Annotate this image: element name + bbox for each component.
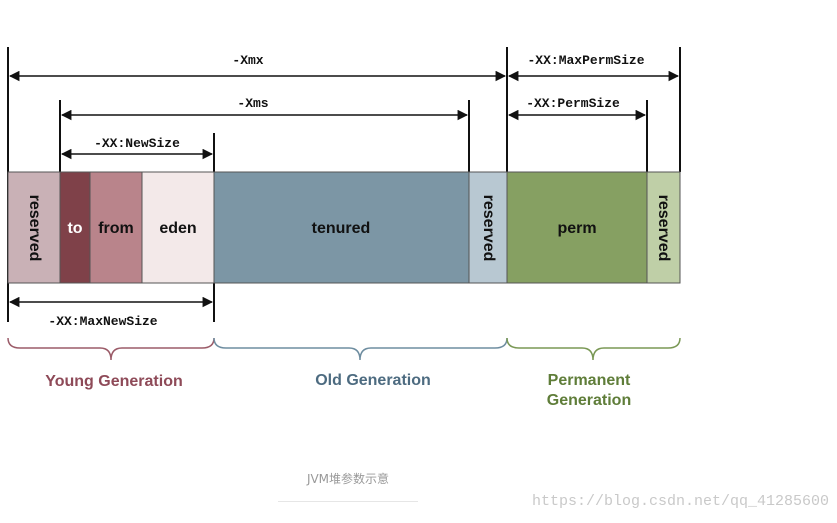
to-label: to xyxy=(67,220,82,237)
perm-label: perm xyxy=(557,220,596,237)
new-size-label: -XX:NewSize xyxy=(94,136,180,151)
max-perm-size-label: -XX:MaxPermSize xyxy=(527,53,644,68)
figure-caption: JVM堆参数示意 xyxy=(306,472,390,486)
permanent-generation-label-line2: Generation xyxy=(547,392,631,409)
xmx-label: -Xmx xyxy=(232,53,263,68)
reserved-young-label: reserved xyxy=(26,195,43,262)
max-new-size-label: -XX:MaxNewSize xyxy=(48,314,157,329)
reserved-old-label: reserved xyxy=(480,195,497,262)
old-generation-brace xyxy=(213,337,508,361)
tenured-label: tenured xyxy=(312,220,371,237)
young-generation-label: Young Generation xyxy=(45,373,182,390)
perm-size-label: -XX:PermSize xyxy=(526,96,620,111)
permanent-generation-label-line1: Permanent xyxy=(548,372,631,389)
xms-label: -Xms xyxy=(237,96,268,111)
old-generation-label: Old Generation xyxy=(315,372,431,389)
permanent-generation-brace xyxy=(506,337,681,361)
eden-label: eden xyxy=(159,220,196,237)
from-label: from xyxy=(98,220,134,237)
watermark-url: https://blog.csdn.net/qq_41285600 xyxy=(531,493,829,510)
jvm-heap-diagram: -Xmx -XX:MaxPermSize -Xms -XX:PermSize -… xyxy=(7,47,681,409)
young-generation-brace xyxy=(7,337,215,361)
caption-divider xyxy=(278,501,418,502)
reserved-perm-label: reserved xyxy=(655,195,672,262)
